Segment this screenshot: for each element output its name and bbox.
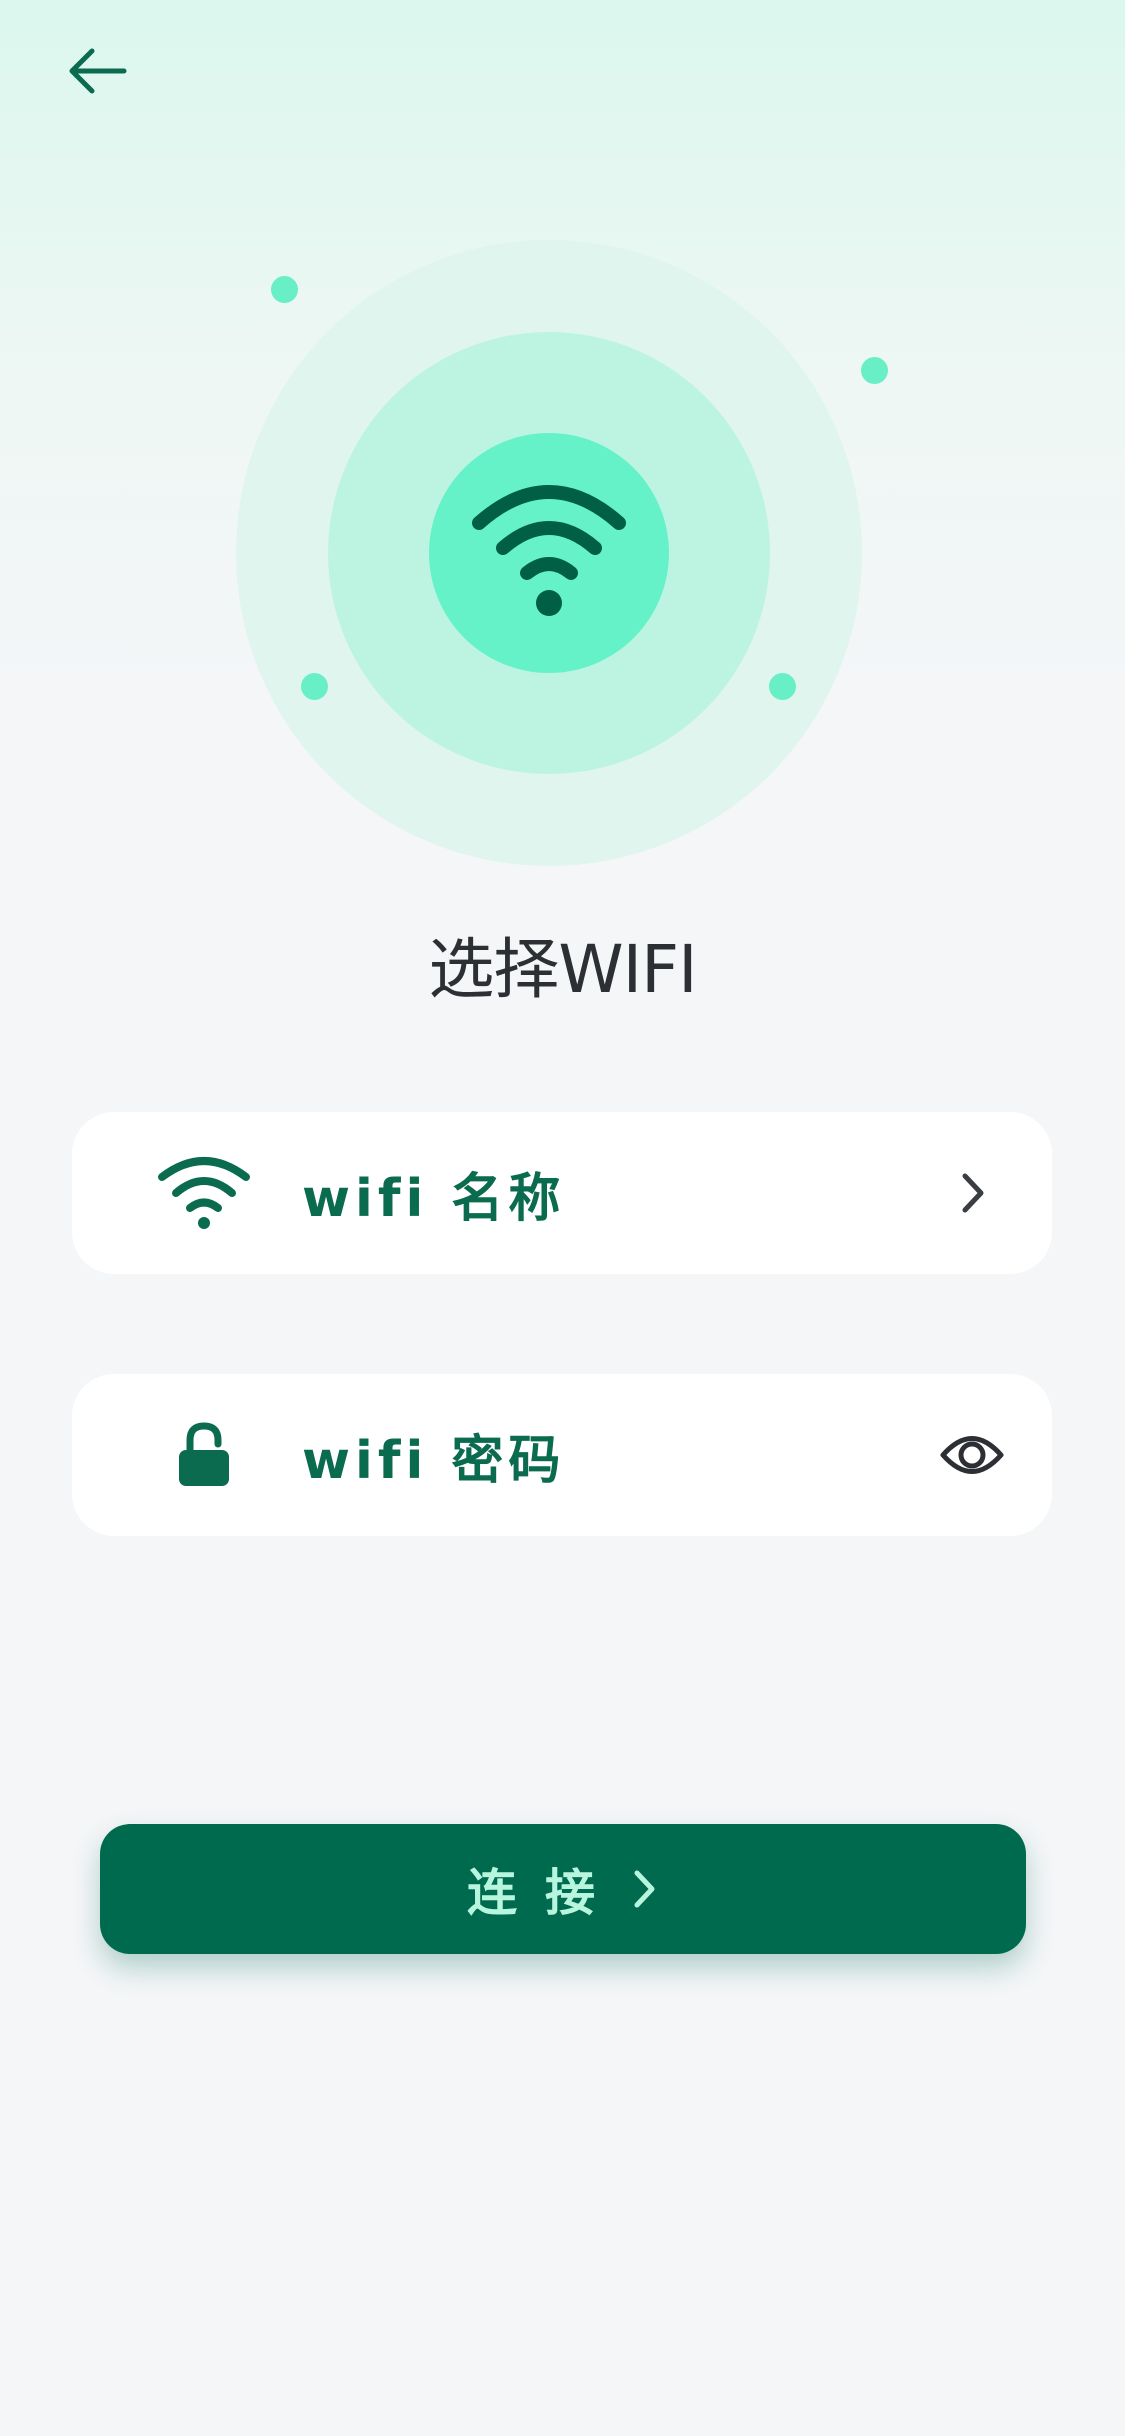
wifi-password-field[interactable]: wifi 密码 <box>72 1374 1052 1536</box>
wifi-icon <box>472 485 626 616</box>
connect-button-label: 连接 <box>467 1864 623 1922</box>
wifi-name-field[interactable]: wifi 名称 <box>72 1112 1052 1274</box>
lock-icon <box>154 1405 254 1505</box>
decor-dot <box>769 673 796 700</box>
chevron-right-icon <box>629 1867 659 1911</box>
page-title: 选择WIFI <box>428 931 697 1008</box>
wifi-icon <box>154 1143 254 1243</box>
decor-dot <box>271 276 298 303</box>
inner-circle <box>429 433 669 673</box>
wifi-name-label: wifi 名称 <box>302 1168 566 1229</box>
decor-dot <box>301 673 328 700</box>
chevron-right-icon <box>932 1153 1012 1233</box>
wifi-password-label: wifi 密码 <box>302 1430 566 1491</box>
connect-button[interactable]: 连接 <box>100 1824 1026 1954</box>
decor-dot <box>861 357 888 384</box>
wifi-illustration <box>0 0 1125 900</box>
eye-icon[interactable] <box>932 1415 1012 1495</box>
